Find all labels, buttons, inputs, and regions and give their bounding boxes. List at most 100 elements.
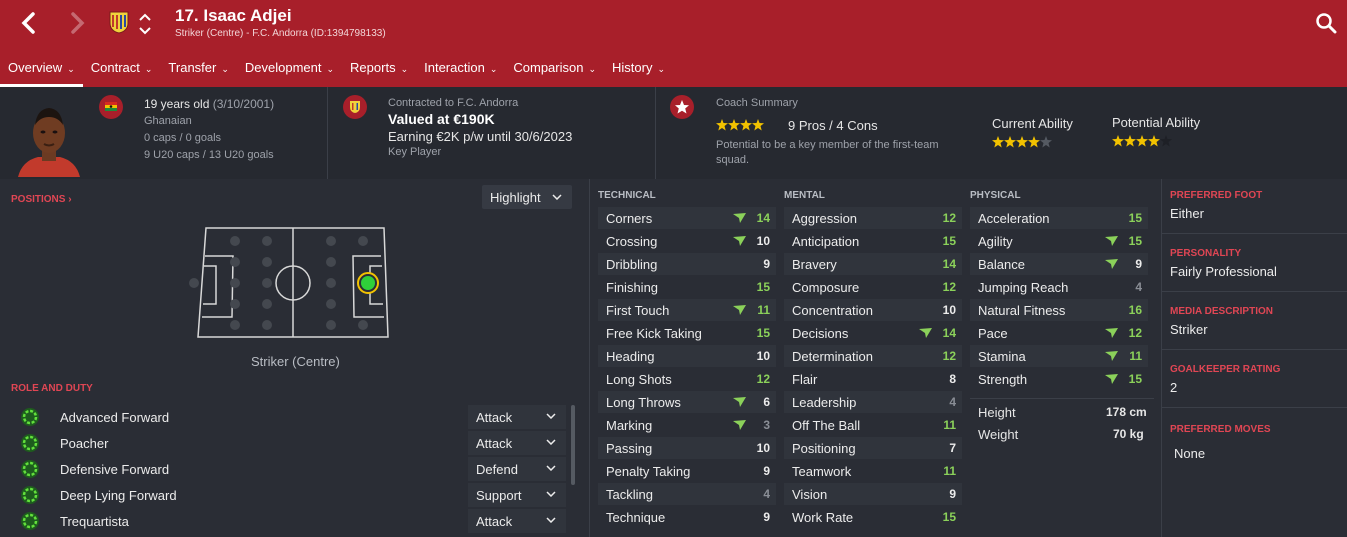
attribute-name: Concentration <box>792 303 873 318</box>
attribute-row[interactable]: Aggression 12 <box>784 207 962 229</box>
attribute-row[interactable]: Anticipation 15 <box>784 230 962 252</box>
tab-comparison[interactable]: Comparison ⌄ <box>505 58 604 87</box>
duty-dropdown[interactable]: Attack <box>468 405 566 429</box>
role-row[interactable]: Deep Lying Forward Support <box>10 483 570 508</box>
attribute-row[interactable]: Corners 14 <box>598 207 776 229</box>
attribute-value: 9 <box>763 464 770 478</box>
tab-label: Development <box>244 60 322 75</box>
attribute-row[interactable]: Crossing 10 <box>598 230 776 252</box>
caps-text: 0 caps / 0 goals <box>144 132 222 144</box>
attribute-row[interactable]: Natural Fitness 16 <box>970 299 1148 321</box>
attribute-row[interactable]: Stamina 11 <box>970 345 1148 367</box>
attribute-value: 4 <box>763 487 770 501</box>
attribute-row[interactable]: Composure 12 <box>784 276 962 298</box>
attribute-row[interactable]: Teamwork 11 <box>784 460 962 482</box>
search-icon[interactable] <box>1315 12 1337 34</box>
attribute-row[interactable]: Balance 9 <box>970 253 1148 275</box>
back-button[interactable] <box>14 8 44 38</box>
contract-label: Contracted to F.C. Andorra <box>388 97 519 109</box>
role-row[interactable]: Poacher Attack <box>10 431 570 456</box>
tab-interaction[interactable]: Interaction ⌄ <box>416 58 505 87</box>
attribute-row[interactable]: Bravery 14 <box>784 253 962 275</box>
attribute-row[interactable]: Strength 15 <box>970 368 1148 390</box>
chevron-down-icon: ⌄ <box>588 64 597 74</box>
tab-reports[interactable]: Reports ⌄ <box>342 58 416 87</box>
role-name: Trequartista <box>60 514 129 529</box>
attribute-row[interactable]: Free Kick Taking 15 <box>598 322 776 344</box>
attribute-value: 14 <box>942 257 956 271</box>
current-ability-stars <box>992 136 1052 148</box>
attribute-row[interactable]: Tackling 4 <box>598 483 776 505</box>
attribute-value: 15 <box>1128 234 1142 248</box>
preferred-moves-value: None <box>1174 446 1206 461</box>
duty-dropdown[interactable]: Support <box>468 483 566 507</box>
roles-scrollbar[interactable] <box>571 405 575 485</box>
attribute-row[interactable]: Vision 9 <box>784 483 962 505</box>
attribute-row[interactable]: Heading 10 <box>598 345 776 367</box>
tab-label: Interaction <box>424 60 485 75</box>
attribute-row[interactable]: Decisions 14 <box>784 322 962 344</box>
attribute-row[interactable]: Leadership 4 <box>784 391 962 413</box>
attribute-row[interactable]: Off The Ball 11 <box>784 414 962 436</box>
attribute-row[interactable]: Long Throws 6 <box>598 391 776 413</box>
trend-up-arrow-icon <box>1105 374 1118 384</box>
attribute-row[interactable]: Agility 15 <box>970 230 1148 252</box>
attribute-row[interactable]: Finishing 15 <box>598 276 776 298</box>
player-switch-button[interactable] <box>138 12 152 36</box>
potential-ability-stars <box>1112 135 1172 147</box>
tab-development[interactable]: Development ⌄ <box>237 58 342 87</box>
height-label: Height <box>978 405 1016 420</box>
divider <box>970 398 1154 399</box>
attribute-row[interactable]: Penalty Taking 9 <box>598 460 776 482</box>
role-row[interactable]: Defensive Forward Defend <box>10 457 570 482</box>
attribute-row[interactable]: Jumping Reach 4 <box>970 276 1148 298</box>
attribute-row[interactable]: Technique 9 <box>598 506 776 528</box>
attribute-row[interactable]: Determination 12 <box>784 345 962 367</box>
attribute-row[interactable]: Pace 12 <box>970 322 1148 344</box>
highlight-dropdown[interactable]: Highlight <box>482 185 572 209</box>
attribute-row[interactable]: Positioning 7 <box>784 437 962 459</box>
attribute-row[interactable]: Work Rate 15 <box>784 506 962 528</box>
personality-value: Fairly Professional <box>1170 264 1277 279</box>
role-suitability-icon <box>21 408 39 426</box>
attribute-row[interactable]: Long Shots 12 <box>598 368 776 390</box>
role-row[interactable]: Advanced Forward Attack <box>10 405 570 430</box>
current-ability-label: Current Ability <box>992 116 1073 131</box>
tab-label: Reports <box>350 60 396 75</box>
forward-button[interactable] <box>62 8 92 38</box>
chevron-down-icon: ⌄ <box>326 64 335 74</box>
duty-dropdown[interactable]: Attack <box>468 431 566 455</box>
tab-contract[interactable]: Contract ⌄ <box>83 58 161 87</box>
media-description-value: Striker <box>1170 322 1208 337</box>
player-info-bar: 19 years old (3/10/2001) Ghanaian 0 caps… <box>0 87 1347 179</box>
duty-dropdown[interactable]: Attack <box>468 509 566 533</box>
goalkeeper-rating-label: GOALKEEPER RATING <box>1170 364 1281 375</box>
tab-transfer[interactable]: Transfer ⌄ <box>160 58 236 87</box>
attribute-row[interactable]: Marking 3 <box>598 414 776 436</box>
attribute-row[interactable]: Flair 8 <box>784 368 962 390</box>
attribute-name: Marking <box>606 418 653 433</box>
preferred-moves-label: PREFERRED MOVES <box>1170 424 1271 435</box>
tab-history[interactable]: History ⌄ <box>604 58 673 87</box>
pros-cons-link[interactable]: 9 Pros / 4 Cons <box>788 118 878 133</box>
attribute-name: Penalty Taking <box>606 464 691 479</box>
tab-overview[interactable]: Overview ⌄ <box>0 58 83 87</box>
attribute-row[interactable]: Passing 10 <box>598 437 776 459</box>
attribute-value: 9 <box>949 487 956 501</box>
attribute-row[interactable]: First Touch 11 <box>598 299 776 321</box>
duty-dropdown[interactable]: Defend <box>468 457 566 481</box>
attribute-value: 15 <box>756 326 770 340</box>
role-row[interactable]: Trequartista Attack <box>10 509 570 534</box>
nationality-flag-icon <box>99 95 123 119</box>
attribute-row[interactable]: Dribbling 9 <box>598 253 776 275</box>
positions-link[interactable]: POSITIONS › <box>11 194 72 205</box>
tab-label: Transfer <box>168 60 217 75</box>
attribute-value: 11 <box>757 303 770 317</box>
pitch-position-map <box>189 227 389 338</box>
attribute-name: Bravery <box>792 257 837 272</box>
attribute-name: Flair <box>792 372 818 387</box>
attribute-row[interactable]: Concentration 10 <box>784 299 962 321</box>
attribute-row[interactable]: Acceleration 15 <box>970 207 1148 229</box>
divider <box>589 179 590 537</box>
attribute-name: Composure <box>792 280 860 295</box>
